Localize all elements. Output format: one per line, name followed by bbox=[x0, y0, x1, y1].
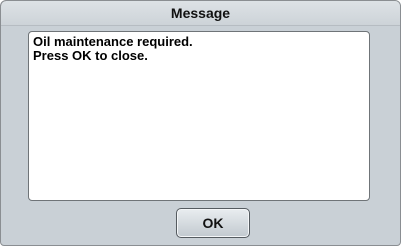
message-text-box: Oil maintenance required. Press OK to cl… bbox=[28, 31, 370, 201]
message-line-2: Press OK to close. bbox=[33, 48, 148, 63]
dialog-title: Message bbox=[1, 1, 400, 26]
ok-button[interactable]: OK bbox=[176, 208, 250, 238]
message-line-1: Oil maintenance required. bbox=[33, 34, 193, 49]
message-dialog: Message Oil maintenance required. Press … bbox=[0, 0, 401, 246]
